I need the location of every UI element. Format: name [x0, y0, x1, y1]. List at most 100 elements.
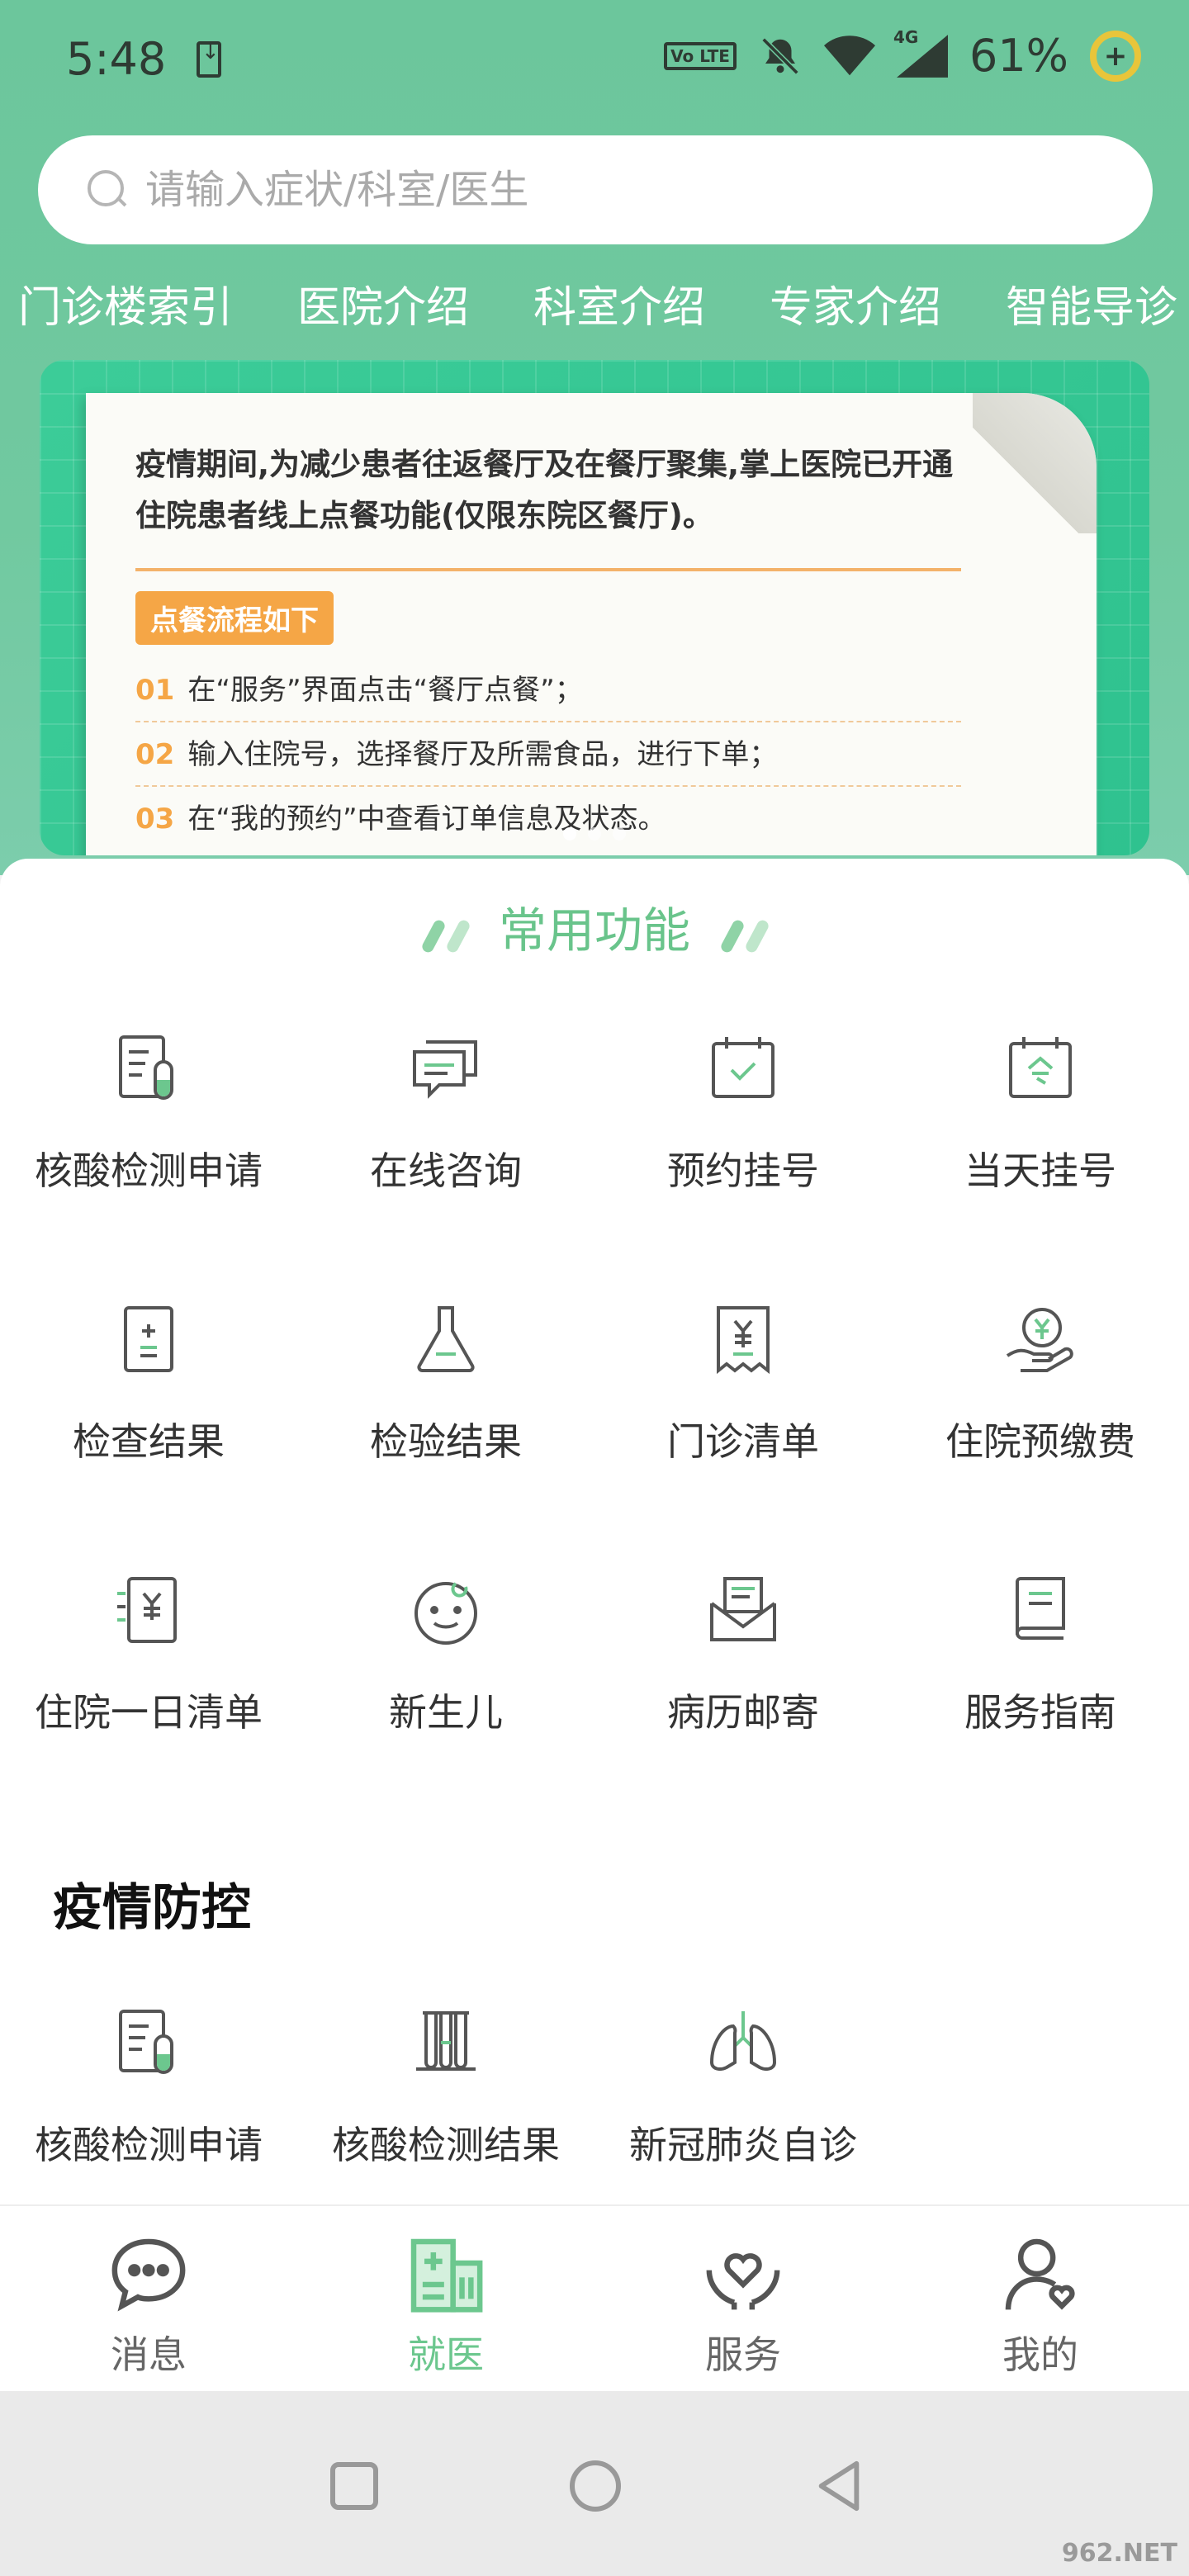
step-text: 输入住院号，选择餐厅及所需食品，进行下单；: [187, 738, 778, 771]
section-heading: 常用功能: [0, 892, 1189, 961]
func-label: 新生儿: [389, 1690, 503, 1735]
func-label: 检查结果: [73, 1419, 225, 1464]
func-label: 核酸检测结果: [332, 2123, 560, 2167]
tab-services[interactable]: 服务: [594, 2206, 892, 2391]
test-tube-form-icon: [119, 1035, 173, 1100]
func-inpatient-prepay[interactable]: 住院预缴费: [892, 1295, 1189, 1565]
quick-nav-hospital-intro[interactable]: 医院介绍: [297, 272, 469, 334]
quick-nav-expert-intro[interactable]: 专家介绍: [770, 272, 941, 334]
func-label: 服务指南: [964, 1690, 1116, 1735]
quick-nav-smart-guide[interactable]: 智能导诊: [1006, 272, 1177, 334]
func-label: 预约挂号: [667, 1148, 819, 1193]
func-daily-inpatient-list[interactable]: 住院一日清单: [0, 1565, 297, 1836]
search-input[interactable]: [145, 167, 1054, 213]
func-same-day-registration[interactable]: 当天挂号: [892, 1024, 1189, 1295]
report-icon: [124, 1306, 173, 1372]
test-tube-form-icon: [119, 2010, 173, 2074]
heading-decoration-right: [715, 917, 773, 950]
watermark-logo: 962.NET: [1061, 2539, 1177, 2568]
banner-step: 03 在“我的预约”中查看订单信息及状态。: [135, 787, 961, 851]
tab-profile[interactable]: 我的: [892, 2206, 1189, 2391]
recent-apps-button[interactable]: [330, 2462, 378, 2510]
volte-icon: Vo LTE: [664, 41, 737, 70]
banner-notice-paper: 疫情期间,为减少患者往返餐厅及在餐厅聚集,掌上医院已开通住院患者线上点餐功能(仅…: [86, 393, 1097, 855]
func-record-mail[interactable]: 病历邮寄: [594, 1565, 892, 1836]
epidemic-prevention-card: 疫情防控 核酸检测申请 核酸检测结果 新冠肺炎自诊: [0, 1816, 1189, 2204]
status-time: 5:48: [66, 33, 167, 85]
baby-face-icon: [414, 1582, 477, 1645]
quick-nav-department-intro[interactable]: 科室介绍: [533, 272, 705, 334]
tab-medical[interactable]: 就医: [297, 2206, 594, 2391]
func-label: 门诊清单: [667, 1419, 819, 1464]
func-label: 检验结果: [370, 1419, 522, 1464]
status-icons: Vo LTE 4G 61% +: [664, 27, 1141, 82]
bottom-tab-bar: 消息 就医 服务 我的: [0, 2204, 1189, 2391]
network-type: 4G: [893, 26, 919, 47]
banner-tag: 点餐流程如下: [135, 591, 334, 645]
func-online-consult[interactable]: 在线咨询: [297, 1024, 594, 1295]
heart-hands-icon: [706, 2253, 780, 2310]
func-appointment[interactable]: 预约挂号: [594, 1024, 892, 1295]
banner-intro-text: 疫情期间,为减少患者往返餐厅及在餐厅聚集,掌上医院已开通住院患者线上点餐功能(仅…: [135, 447, 954, 533]
func-outpatient-bill[interactable]: 门诊清单: [594, 1295, 892, 1565]
system-navigation-bar: 962.NET: [0, 2391, 1189, 2576]
epidemic-section-title: 疫情防控: [53, 1879, 251, 1937]
func-exam-results[interactable]: 检查结果: [0, 1295, 297, 1565]
step-number: 01: [135, 674, 175, 707]
func-label: 在线咨询: [370, 1148, 522, 1193]
wifi-icon: [823, 35, 875, 75]
tab-label: 服务: [705, 2332, 781, 2377]
cellular-signal-icon: 4G: [893, 27, 948, 78]
banner-divider: [135, 568, 961, 571]
status-bar: 5:48 Vo LTE 4G 61% +: [0, 0, 1189, 124]
section-title: 常用功能: [498, 902, 690, 959]
tab-messages[interactable]: 消息: [0, 2206, 297, 2391]
mute-bell-icon: [761, 36, 799, 75]
func-label: 核酸检测申请: [35, 2123, 263, 2167]
download-icon: [197, 40, 221, 78]
page-curl-decoration: [973, 393, 1097, 533]
step-number: 02: [135, 738, 175, 771]
search-bar[interactable]: [38, 135, 1153, 244]
func-label: 新冠肺炎自诊: [629, 2123, 857, 2167]
function-grid: 核酸检测申请 在线咨询 预约挂号 当天挂号 检查结果 检验结果 门诊清单 住院预…: [0, 1024, 1189, 1836]
mail-icon: [710, 1577, 776, 1641]
tab-label: 我的: [1002, 2332, 1078, 2377]
test-tubes-icon: [416, 2011, 476, 2071]
message-icon: [111, 2238, 186, 2312]
func-label: 病历邮寄: [667, 1690, 819, 1735]
chat-bubbles-icon: [413, 1040, 477, 1099]
lungs-icon: [709, 2011, 777, 2071]
search-icon: [86, 168, 129, 211]
common-functions-card: 常用功能 核酸检测申请 在线咨询 预约挂号 当天挂号 检查结果 检验结果 门诊清…: [0, 859, 1189, 1816]
step-text: 在“服务”界面点击“餐厅点餐”；: [187, 674, 583, 707]
func-newborn[interactable]: 新生儿: [297, 1565, 594, 1836]
flask-icon: [417, 1306, 475, 1372]
calendar-today-icon: [1009, 1037, 1072, 1098]
carousel-dot[interactable]: [613, 827, 626, 841]
back-button[interactable]: [814, 2459, 864, 2513]
bill-list-icon: [117, 1577, 177, 1643]
func-nucleic-test-apply[interactable]: 核酸检测申请: [0, 1024, 297, 1295]
banner-step: 02 输入住院号，选择餐厅及所需食品，进行下单；: [135, 722, 961, 787]
func-lab-results[interactable]: 检验结果: [297, 1295, 594, 1565]
carousel-dot[interactable]: [588, 827, 601, 841]
tab-label: 就医: [408, 2332, 484, 2377]
banner-carousel[interactable]: 疫情期间,为减少患者往返餐厅及在餐厅聚集,掌上医院已开通住院患者线上点餐功能(仅…: [40, 360, 1149, 855]
tab-label: 消息: [111, 2332, 187, 2377]
func-label: 住院预缴费: [945, 1419, 1135, 1464]
hand-coin-icon: [1006, 1308, 1073, 1372]
carousel-indicator: [40, 827, 1149, 841]
carousel-dot[interactable]: [563, 827, 576, 841]
func-service-guide[interactable]: 服务指南: [892, 1565, 1189, 1836]
banner-step: 01 在“服务”界面点击“餐厅点餐”；: [135, 658, 961, 722]
func-label: 核酸检测申请: [35, 1148, 263, 1193]
home-button[interactable]: [570, 2460, 621, 2512]
func-label: 当天挂号: [964, 1148, 1116, 1193]
receipt-icon: [717, 1306, 770, 1375]
quick-nav-floor-index[interactable]: 门诊楼索引: [18, 272, 233, 334]
book-icon: [1016, 1577, 1065, 1640]
hospital-icon: [410, 2238, 483, 2313]
heading-decoration-left: [416, 917, 474, 950]
user-heart-icon: [1005, 2238, 1075, 2310]
